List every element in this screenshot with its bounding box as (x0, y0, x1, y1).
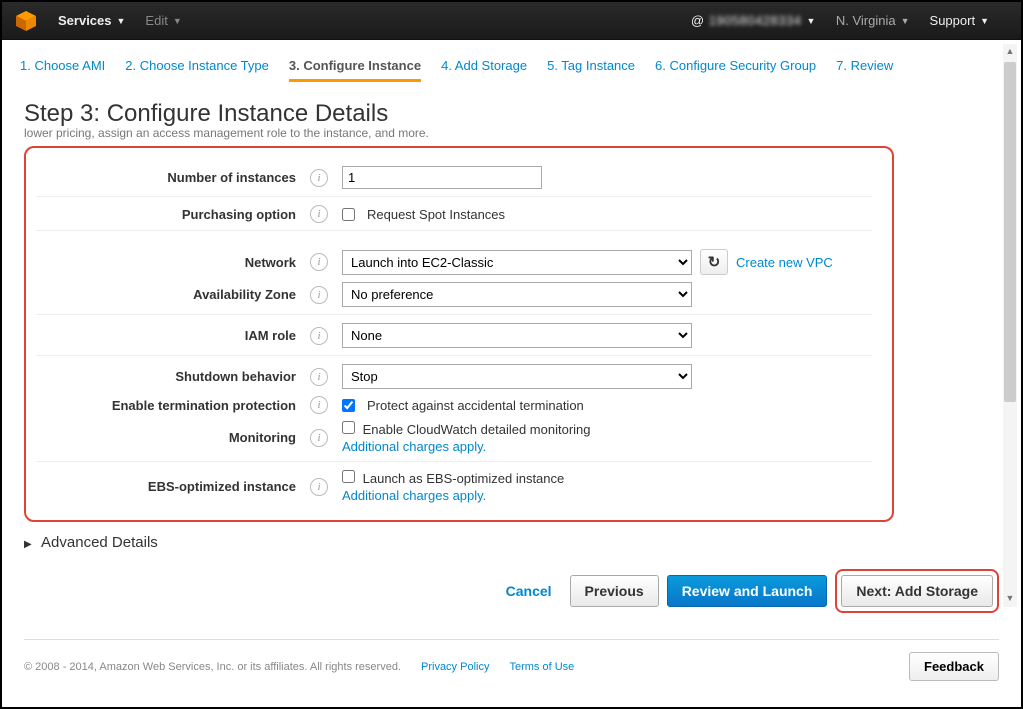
services-menu[interactable]: Services ▼ (58, 13, 125, 28)
info-icon[interactable]: i (310, 286, 328, 304)
advanced-details-toggle[interactable]: ▶ Advanced Details (2, 522, 1021, 559)
legal-footer: © 2008 - 2014, Amazon Web Services, Inc.… (24, 639, 999, 681)
previous-button[interactable]: Previous (570, 575, 659, 607)
row-monitoring: Monitoring i Enable CloudWatch detailed … (36, 421, 872, 461)
aws-cube-icon (14, 9, 38, 33)
caret-down-icon: ▼ (173, 16, 182, 26)
wizard-step-3[interactable]: 3. Configure Instance (289, 58, 421, 82)
wizard-step-label: 5. Tag Instance (547, 58, 635, 79)
refresh-button[interactable]: ↻ (700, 249, 728, 275)
wizard-step-label: 2. Choose Instance Type (125, 58, 269, 79)
info-icon[interactable]: i (310, 478, 328, 496)
refresh-icon: ↻ (708, 253, 721, 271)
cancel-button[interactable]: Cancel (496, 576, 562, 606)
row-number-of-instances: Number of instances i (36, 158, 872, 196)
account-menu[interactable]: @ 190580428334 ▼ (691, 13, 816, 28)
termination-protection-checkbox[interactable] (342, 399, 355, 412)
monitoring-label: Enable CloudWatch detailed monitoring (363, 422, 591, 437)
account-id: 190580428334 (709, 13, 802, 28)
edit-label: Edit (145, 13, 167, 28)
page-body: Step 3: Configure Instance Details lower… (2, 82, 1021, 522)
info-icon[interactable]: i (310, 368, 328, 386)
wizard-step-5[interactable]: 5. Tag Instance (547, 58, 635, 82)
privacy-link[interactable]: Privacy Policy (421, 661, 489, 673)
wizard-step-label: 7. Review (836, 58, 893, 79)
topbar: Services ▼ Edit ▼ @ 190580428334 ▼ N. Vi… (2, 2, 1021, 40)
monitoring-charges-link[interactable]: Additional charges apply. (342, 439, 486, 454)
wizard-step-2[interactable]: 2. Choose Instance Type (125, 58, 269, 82)
row-termination-protection: Enable termination protection i Protect … (36, 396, 872, 421)
monitoring-checkbox[interactable] (342, 421, 355, 434)
info-icon[interactable]: i (310, 396, 328, 414)
request-spot-label: Request Spot Instances (367, 207, 505, 222)
page-subtitle: lower pricing, assign an access manageme… (24, 126, 999, 140)
account-prefix: @ (691, 13, 705, 28)
label: Number of instances (36, 170, 296, 185)
info-icon[interactable]: i (310, 253, 328, 271)
wizard-nav: 1. Choose AMI 2. Choose Instance Type 3.… (2, 40, 1021, 82)
wizard-step-label: 6. Configure Security Group (655, 58, 816, 79)
label: IAM role (36, 328, 296, 343)
support-menu[interactable]: Support ▼ (930, 13, 989, 28)
wizard-step-label: 4. Add Storage (441, 58, 527, 79)
ebs-optimized-checkbox[interactable] (342, 470, 355, 483)
review-and-launch-button[interactable]: Review and Launch (667, 575, 828, 607)
caret-down-icon: ▼ (806, 16, 815, 26)
support-label: Support (930, 13, 976, 28)
caret-down-icon: ▼ (980, 16, 989, 26)
iam-role-select[interactable]: None (342, 323, 692, 348)
label: Availability Zone (36, 287, 296, 302)
form-annotation-box: Number of instances i Purchasing option … (24, 146, 894, 522)
terms-link[interactable]: Terms of Use (509, 661, 574, 673)
region-label: N. Virginia (836, 13, 896, 28)
next-add-storage-button[interactable]: Next: Add Storage (841, 575, 993, 607)
number-of-instances-input[interactable] (342, 166, 542, 189)
feedback-button[interactable]: Feedback (909, 652, 999, 681)
region-menu[interactable]: N. Virginia ▼ (836, 13, 910, 28)
copyright-text: © 2008 - 2014, Amazon Web Services, Inc.… (24, 661, 401, 673)
row-network: Network i Launch into EC2-Classic ↻ Crea… (36, 230, 872, 282)
info-icon[interactable]: i (310, 169, 328, 187)
row-availability-zone: Availability Zone i No preference (36, 282, 872, 314)
ebs-optimized-label: Launch as EBS-optimized instance (363, 471, 565, 486)
info-icon[interactable]: i (310, 429, 328, 447)
network-select[interactable]: Launch into EC2-Classic (342, 250, 692, 275)
wizard-step-1[interactable]: 1. Choose AMI (20, 58, 105, 82)
request-spot-checkbox[interactable] (342, 208, 355, 221)
services-label: Services (58, 13, 112, 28)
expand-icon: ▶ (24, 539, 32, 550)
availability-zone-select[interactable]: No preference (342, 282, 692, 307)
create-vpc-link[interactable]: Create new VPC (736, 255, 833, 270)
termination-protection-label: Protect against accidental termination (367, 398, 584, 413)
info-icon[interactable]: i (310, 327, 328, 345)
footer-buttons: Cancel Previous Review and Launch Next: … (2, 559, 1021, 625)
scroll-up-icon[interactable]: ▲ (1004, 46, 1016, 58)
label: EBS-optimized instance (36, 479, 296, 494)
wizard-step-4[interactable]: 4. Add Storage (441, 58, 527, 82)
label: Purchasing option (36, 207, 296, 222)
wizard-step-label: 3. Configure Instance (289, 58, 421, 82)
row-ebs-optimized: EBS-optimized instance i Launch as EBS-o… (36, 461, 872, 510)
label: Monitoring (36, 430, 296, 445)
shutdown-select[interactable]: Stop (342, 364, 692, 389)
scroll-down-icon[interactable]: ▼ (1004, 593, 1016, 605)
edit-menu[interactable]: Edit ▼ (145, 13, 181, 28)
caret-down-icon: ▼ (901, 16, 910, 26)
label: Shutdown behavior (36, 369, 296, 384)
next-button-annotation: Next: Add Storage (835, 569, 999, 613)
row-shutdown-behavior: Shutdown behavior i Stop (36, 355, 872, 396)
wizard-step-7[interactable]: 7. Review (836, 58, 893, 82)
row-purchasing-option: Purchasing option i Request Spot Instanc… (36, 196, 872, 230)
wizard-step-label: 1. Choose AMI (20, 58, 105, 79)
caret-down-icon: ▼ (117, 16, 126, 26)
label: Enable termination protection (36, 398, 296, 413)
page-title: Step 3: Configure Instance Details (24, 100, 999, 128)
label: Network (36, 255, 296, 270)
wizard-step-6[interactable]: 6. Configure Security Group (655, 58, 816, 82)
advanced-details-label: Advanced Details (41, 534, 158, 551)
info-icon[interactable]: i (310, 205, 328, 223)
ebs-charges-link[interactable]: Additional charges apply. (342, 488, 486, 503)
row-iam-role: IAM role i None (36, 314, 872, 355)
